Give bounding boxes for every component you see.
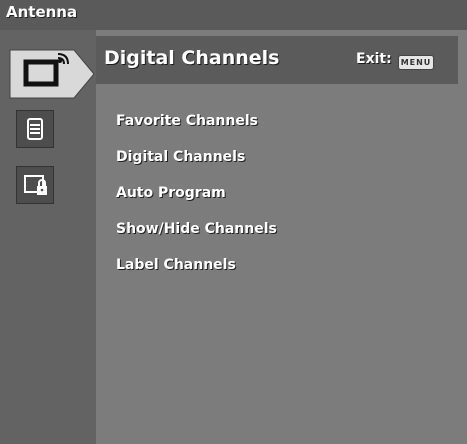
menu-item-auto-program[interactable]: Auto Program [116, 185, 226, 201]
tab-antenna[interactable] [8, 48, 96, 100]
menu-item-digital-channels[interactable]: Digital Channels [116, 149, 245, 165]
menu-key-badge[interactable]: MENU [398, 55, 434, 70]
channel-list-icon [27, 118, 43, 140]
top-bar: Antenna [0, 0, 467, 30]
menu-item-show-hide-channels[interactable]: Show/Hide Channels [116, 221, 277, 237]
tab-channels[interactable] [16, 110, 54, 148]
tab-lock[interactable] [16, 166, 54, 204]
main-panel [96, 30, 467, 444]
parental-lock-icon [24, 175, 47, 195]
topbar-title: Antenna [6, 3, 78, 21]
exit-label: Exit: [356, 51, 392, 67]
menu-item-favorite-channels[interactable]: Favorite Channels [116, 113, 258, 129]
tv-antenna-icon [9, 49, 95, 99]
tv-menu-screen: Antenna Digital Channels Exit: MENU Favo… [0, 0, 467, 444]
page-title: Digital Channels [104, 47, 280, 69]
menu-item-label-channels[interactable]: Label Channels [116, 257, 236, 273]
